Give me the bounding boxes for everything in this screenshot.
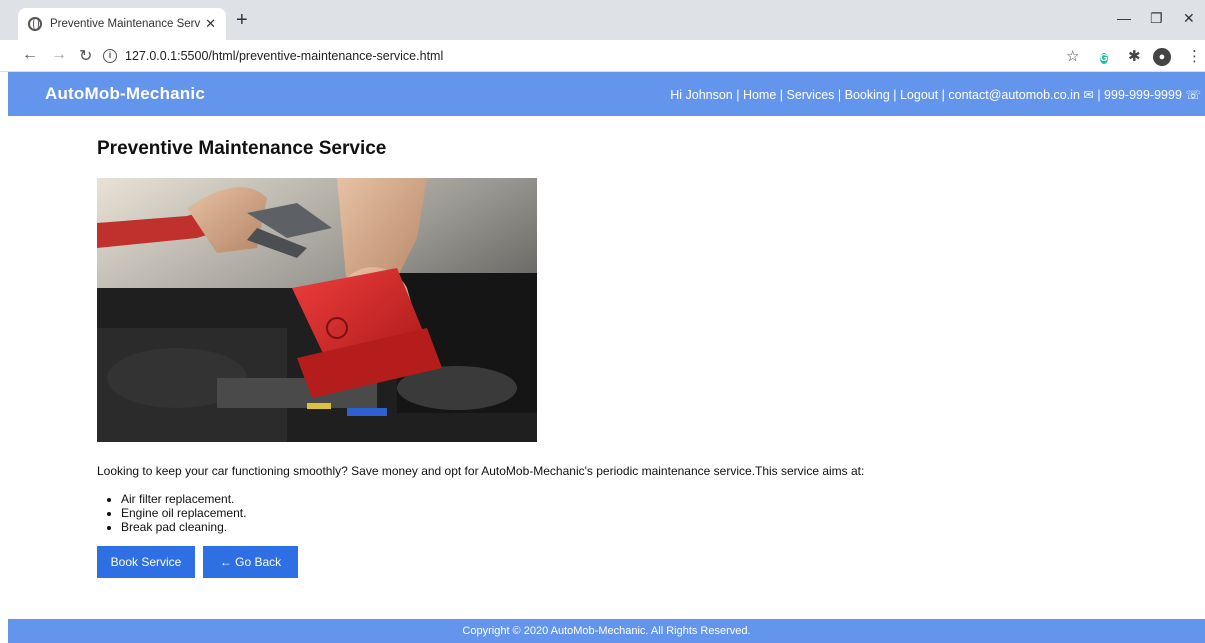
- list-item: Air filter replacement.: [121, 492, 1147, 506]
- back-icon[interactable]: ←: [22, 46, 38, 64]
- page-title: Preventive Maintenance Service: [97, 138, 387, 159]
- action-buttons: Book Service ← Go Back: [97, 546, 1147, 578]
- tab-title: Preventive Maintenance Service |: [50, 18, 200, 30]
- service-image: [97, 178, 537, 442]
- info-icon[interactable]: i: [103, 49, 117, 63]
- window-close-icon[interactable]: ✕: [1183, 10, 1195, 27]
- maximize-icon[interactable]: ❐: [1150, 10, 1163, 27]
- book-service-button[interactable]: Book Service: [97, 546, 195, 578]
- engine-bay-illustration: [97, 178, 537, 442]
- star-icon[interactable]: ☆: [1066, 47, 1079, 65]
- go-back-button[interactable]: ← Go Back: [203, 546, 298, 578]
- browser-tab[interactable]: Preventive Maintenance Service | ✕: [18, 8, 226, 40]
- extensions-icon[interactable]: ✱: [1128, 47, 1141, 65]
- url-text[interactable]: 127.0.0.1:5500/html/preventive-maintenan…: [125, 49, 443, 63]
- top-navigation[interactable]: Hi Johnson | Home | Services | Booking |…: [670, 87, 1201, 102]
- new-tab-icon[interactable]: +: [236, 10, 248, 30]
- site-footer: Copyright © 2020 AutoMob-Mechanic. All R…: [8, 619, 1205, 643]
- address-bar: ← → ↻ i 127.0.0.1:5500/html/preventive-m…: [0, 40, 1205, 72]
- grammarly-icon[interactable]: G: [1100, 48, 1108, 67]
- profile-icon[interactable]: ●: [1153, 47, 1171, 66]
- list-item: Engine oil replacement.: [121, 506, 1147, 520]
- menu-icon[interactable]: ⋮: [1187, 47, 1202, 65]
- site-header: AutoMob-Mechanic Hi Johnson | Home | Ser…: [8, 72, 1205, 116]
- reload-icon[interactable]: ↻: [79, 46, 92, 66]
- browser-tabbar: Preventive Maintenance Service | ✕ + — ❐…: [0, 0, 1205, 40]
- minimize-icon[interactable]: —: [1117, 10, 1131, 26]
- service-feature-list: Air filter replacement. Engine oil repla…: [121, 492, 1147, 534]
- omnibox[interactable]: i 127.0.0.1:5500/html/preventive-mainten…: [103, 44, 1063, 68]
- main-content: Preventive Maintenance Service Looking t…: [97, 138, 1147, 578]
- close-tab-icon[interactable]: ✕: [205, 16, 216, 32]
- forward-icon[interactable]: →: [51, 46, 67, 64]
- service-intro: Looking to keep your car functioning smo…: [97, 464, 865, 478]
- site-logo[interactable]: AutoMob-Mechanic: [45, 84, 205, 104]
- list-item: Break pad cleaning.: [121, 520, 1147, 534]
- globe-icon: [28, 17, 42, 31]
